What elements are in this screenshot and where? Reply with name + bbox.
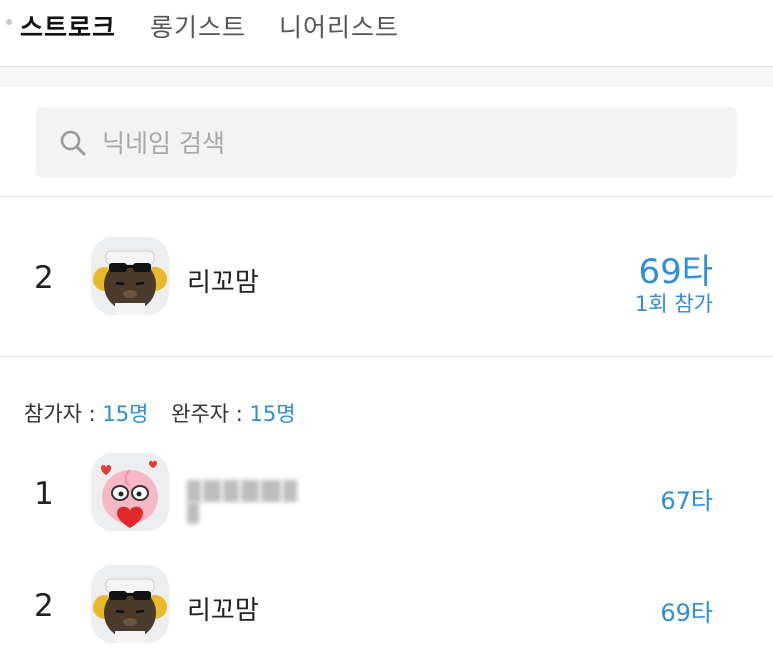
- tab-nearest[interactable]: 니어리스트: [279, 8, 399, 44]
- search-box[interactable]: [36, 107, 737, 177]
- finishers-label: 완주자 :: [171, 402, 250, 426]
- score: 67타: [660, 487, 713, 515]
- tab-longest[interactable]: 롱기스트: [150, 8, 246, 44]
- divider: [0, 356, 773, 357]
- ryan-avatar: [91, 565, 169, 643]
- participants-label: 참가자 :: [24, 402, 103, 426]
- search-input[interactable]: [100, 123, 704, 163]
- section-gap: [0, 67, 773, 87]
- participant-stats: 참가자 : 15명 완주자 : 15명: [24, 398, 296, 428]
- ryan-avatar: [91, 237, 169, 315]
- tab-indicator-dot: [6, 19, 12, 25]
- rank-number: 1: [34, 476, 54, 512]
- participation-count: 1회 참가: [635, 292, 713, 316]
- apeach-avatar: [91, 453, 169, 531]
- divider: [0, 196, 773, 197]
- rank-number: 2: [34, 260, 54, 296]
- participants-count: 15명: [102, 402, 149, 426]
- score: 69타: [660, 599, 713, 627]
- rank-number: 2: [34, 588, 54, 624]
- search-icon: [60, 130, 86, 156]
- finishers-count: 15명: [249, 402, 296, 426]
- player-name: 리꼬맘: [187, 596, 259, 626]
- tab-stroke[interactable]: 스트로크: [20, 8, 116, 44]
- player-name: 리꼬맘: [187, 268, 259, 298]
- score: 69타: [638, 252, 713, 292]
- player-name-blurred: [187, 480, 311, 524]
- tab-bar: 스트로크 롱기스트 니어리스트: [0, 0, 773, 67]
